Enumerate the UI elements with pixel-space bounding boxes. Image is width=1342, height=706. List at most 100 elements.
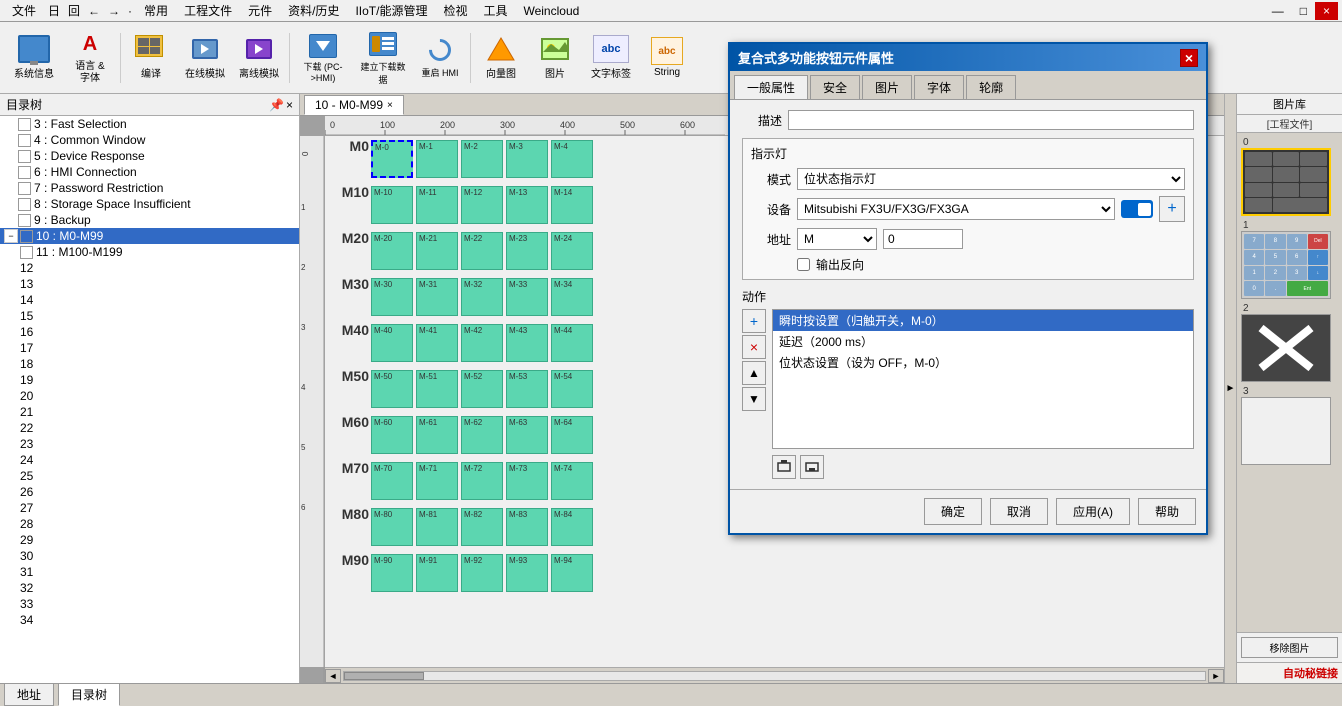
- menu-save1[interactable]: 日: [44, 0, 64, 21]
- cell-m30-3[interactable]: M-33: [506, 278, 548, 316]
- cell-m60-3[interactable]: M-63: [506, 416, 548, 454]
- tree-item-4[interactable]: 4 : Common Window: [0, 132, 299, 148]
- cell-m20-4[interactable]: M-24: [551, 232, 593, 270]
- action-item-0[interactable]: 瞬时按设置（归触开关，M-0）: [773, 310, 1193, 331]
- cell-m70-4[interactable]: M-74: [551, 462, 593, 500]
- tree-item-28[interactable]: 28: [0, 516, 299, 532]
- cell-m60-0[interactable]: M-60: [371, 416, 413, 454]
- cell-m90-1[interactable]: M-91: [416, 554, 458, 592]
- tree-item-25[interactable]: 25: [0, 468, 299, 484]
- image-lib-item-0[interactable]: 0: [1241, 137, 1338, 216]
- status-tab-address[interactable]: 地址: [4, 683, 54, 706]
- tree-item-6[interactable]: 6 : HMI Connection: [0, 164, 299, 180]
- cell-m0-2[interactable]: M-2: [461, 140, 503, 178]
- cell-m60-4[interactable]: M-64: [551, 416, 593, 454]
- cell-m50-3[interactable]: M-53: [506, 370, 548, 408]
- sub-btn-2[interactable]: [800, 455, 824, 479]
- action-item-2[interactable]: 位状态设置（设为 OFF，M-0）: [773, 352, 1193, 373]
- tree-item-11[interactable]: 11 : M100-M199: [0, 244, 299, 260]
- modal-tab-font[interactable]: 字体: [914, 75, 964, 99]
- cell-m80-2[interactable]: M-82: [461, 508, 503, 546]
- menu-save2[interactable]: 回: [64, 0, 84, 21]
- cell-m40-2[interactable]: M-42: [461, 324, 503, 362]
- cell-m0-3[interactable]: M-3: [506, 140, 548, 178]
- mode-select[interactable]: 位状态指示灯 字状态指示灯: [797, 168, 1185, 190]
- cell-m40-3[interactable]: M-43: [506, 324, 548, 362]
- cell-m0-4[interactable]: M-4: [551, 140, 593, 178]
- image-lib-item-3[interactable]: 3: [1241, 386, 1338, 465]
- cell-m10-4[interactable]: M-14: [551, 186, 593, 224]
- toolbar-restart[interactable]: 重启 HMI: [414, 26, 466, 90]
- toolbar-system-info[interactable]: 系统信息: [6, 26, 62, 90]
- toolbar-offline-sim[interactable]: 离线模拟: [233, 26, 285, 90]
- menu-file[interactable]: 文件: [4, 0, 44, 21]
- tree-item-22[interactable]: 22: [0, 420, 299, 436]
- status-tab-tree[interactable]: 目录树: [58, 683, 120, 706]
- cell-m20-0[interactable]: M-20: [371, 232, 413, 270]
- toolbar-vector[interactable]: 向量图: [475, 26, 527, 90]
- cell-m20-2[interactable]: M-22: [461, 232, 503, 270]
- sidebar-pin[interactable]: 📌: [269, 98, 284, 112]
- cell-m30-2[interactable]: M-32: [461, 278, 503, 316]
- tree-item-8[interactable]: 8 : Storage Space Insufficient: [0, 196, 299, 212]
- modal-close-button[interactable]: ×: [1180, 49, 1198, 67]
- cell-m90-0[interactable]: M-90: [371, 554, 413, 592]
- help-button[interactable]: 帮助: [1138, 498, 1196, 525]
- toolbar-build[interactable]: 建立下载数据: [354, 26, 412, 90]
- tree-item-17[interactable]: 17: [0, 340, 299, 356]
- window-maximize[interactable]: □: [1292, 2, 1315, 20]
- action-add-button[interactable]: +: [742, 309, 766, 333]
- tree-item-7[interactable]: 7 : Password Restriction: [0, 180, 299, 196]
- cell-m70-3[interactable]: M-73: [506, 462, 548, 500]
- device-toggle[interactable]: [1121, 200, 1153, 218]
- toolbar-language[interactable]: A 语言 & 字体: [64, 26, 116, 90]
- add-device-button[interactable]: +: [1159, 196, 1185, 222]
- scrollbar-h[interactable]: ◄ ►: [325, 667, 1224, 683]
- apply-button[interactable]: 应用(A): [1056, 498, 1130, 525]
- tree-item-21[interactable]: 21: [0, 404, 299, 420]
- tree-item-3[interactable]: 3 : Fast Selection: [0, 116, 299, 132]
- address-number-input[interactable]: [883, 229, 963, 249]
- menu-project[interactable]: 工程文件: [176, 0, 240, 21]
- sub-btn-1[interactable]: [772, 455, 796, 479]
- tree-item-29[interactable]: 29: [0, 532, 299, 548]
- cell-m70-1[interactable]: M-71: [416, 462, 458, 500]
- tab-close[interactable]: ×: [387, 100, 393, 111]
- tree-item-5[interactable]: 5 : Device Response: [0, 148, 299, 164]
- tree-item-13[interactable]: 13: [0, 276, 299, 292]
- cell-m50-4[interactable]: M-54: [551, 370, 593, 408]
- cell-m80-4[interactable]: M-84: [551, 508, 593, 546]
- cell-m10-2[interactable]: M-12: [461, 186, 503, 224]
- tree-item-34[interactable]: 34: [0, 612, 299, 628]
- toolbar-image[interactable]: 图片: [529, 26, 581, 90]
- cell-m10-1[interactable]: M-11: [416, 186, 458, 224]
- tree-item-26[interactable]: 26: [0, 484, 299, 500]
- tree-item-14[interactable]: 14: [0, 292, 299, 308]
- menu-data-history[interactable]: 资料/历史: [280, 0, 347, 21]
- cell-m0-0[interactable]: M-0: [371, 140, 413, 178]
- address-type-select[interactable]: M: [797, 228, 877, 250]
- modal-tab-image[interactable]: 图片: [862, 75, 912, 99]
- modal-tab-outline[interactable]: 轮廓: [966, 75, 1016, 99]
- tree-item-33[interactable]: 33: [0, 596, 299, 612]
- menu-element[interactable]: 元件: [240, 0, 280, 21]
- cell-m30-1[interactable]: M-31: [416, 278, 458, 316]
- sidebar-close[interactable]: ×: [286, 98, 293, 112]
- tree-item-31[interactable]: 31: [0, 564, 299, 580]
- cell-m90-2[interactable]: M-92: [461, 554, 503, 592]
- action-move-down-button[interactable]: ▼: [742, 387, 766, 411]
- cell-m20-3[interactable]: M-23: [506, 232, 548, 270]
- image-lib-item-2[interactable]: 2: [1241, 303, 1338, 382]
- tree-item-9[interactable]: 9 : Backup: [0, 212, 299, 228]
- toolbar-download[interactable]: 下载 (PC->HMI): [294, 26, 352, 90]
- tree-item-24[interactable]: 24: [0, 452, 299, 468]
- cancel-button[interactable]: 取消: [990, 498, 1048, 525]
- menu-iiot[interactable]: IIoT/能源管理: [347, 0, 435, 21]
- tree-item-16[interactable]: 16: [0, 324, 299, 340]
- cell-m10-0[interactable]: M-10: [371, 186, 413, 224]
- menu-common[interactable]: 常用: [136, 0, 176, 21]
- tree-item-27[interactable]: 27: [0, 500, 299, 516]
- tree-item-18[interactable]: 18: [0, 356, 299, 372]
- remove-image-btn[interactable]: 移除图片: [1241, 637, 1338, 658]
- cell-m40-4[interactable]: M-44: [551, 324, 593, 362]
